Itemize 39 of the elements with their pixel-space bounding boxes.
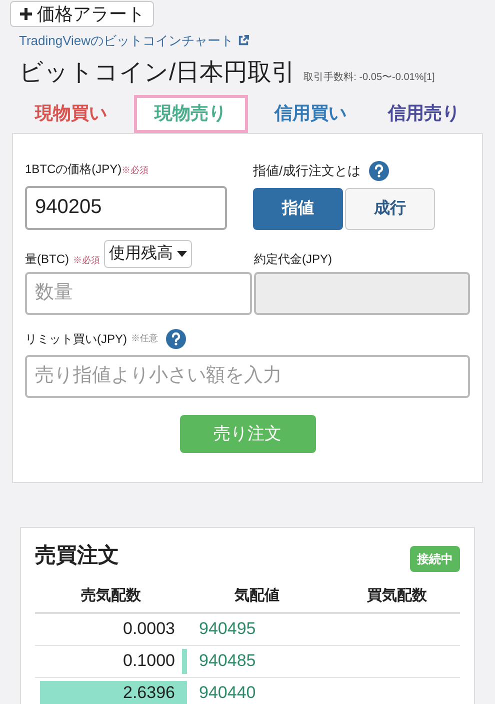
tab[interactable]: 現物買い [14, 94, 128, 132]
help-icon[interactable] [368, 160, 389, 180]
ask-amount: 0.0003 [123, 618, 175, 640]
field-label: 約定代金(JPY) [254, 250, 332, 268]
optional-note: ※任意 [131, 332, 158, 345]
price-cell-text: 940440 [198, 682, 257, 704]
required-note: ※必須 [73, 254, 100, 267]
page-title: ビットコイン/日本円取引 [19, 60, 296, 84]
field-label: 1BTCの価格(JPY) [25, 160, 122, 178]
depth-bar [182, 648, 187, 674]
column-header: 気配値 [234, 586, 280, 606]
price-cell-text: 940485 [198, 650, 257, 672]
amount-field[interactable]: 数量 [25, 272, 252, 314]
price-cell-text: 940495 [198, 618, 257, 640]
limit-field[interactable]: 売り指値より小さい額を入力 [25, 354, 470, 398]
plus-icon [19, 7, 33, 21]
tab[interactable]: 信用売り [367, 94, 482, 132]
tab[interactable]: 信用買い [254, 94, 368, 132]
tab[interactable]: 現物売り [134, 94, 248, 132]
status-badge: 接続中 [410, 546, 460, 572]
ask-amount: 2.6396 [123, 682, 175, 704]
field-label: 指値/成行注文とは [253, 162, 361, 180]
required-note: ※必須 [122, 164, 149, 176]
column-header: 売気配数 [81, 586, 141, 606]
field-label: リミット買い(JPY) [25, 330, 127, 348]
fee-note: 取引手数料: -0.05〜-0.01%[1] [304, 70, 435, 84]
field-label: 量(BTC) [25, 250, 69, 268]
alert-button[interactable]: 価格アラート [10, 1, 154, 27]
price-field[interactable]: 940205 [25, 186, 227, 230]
external-link-icon [238, 35, 249, 46]
caret-icon [177, 250, 187, 256]
order-type-toggle[interactable]: 指値 [253, 188, 343, 230]
order-type-toggle[interactable]: 成行 [345, 188, 435, 230]
column-header: 買気配数 [367, 586, 427, 606]
balance-dropdown[interactable]: 使用残高 [104, 240, 192, 268]
order-book-title: 売買注文 [35, 542, 119, 568]
help-icon[interactable] [166, 328, 186, 348]
ask-amount: 0.1000 [123, 650, 175, 672]
chart-link[interactable]: TradingViewのビットコインチャート [19, 31, 234, 50]
